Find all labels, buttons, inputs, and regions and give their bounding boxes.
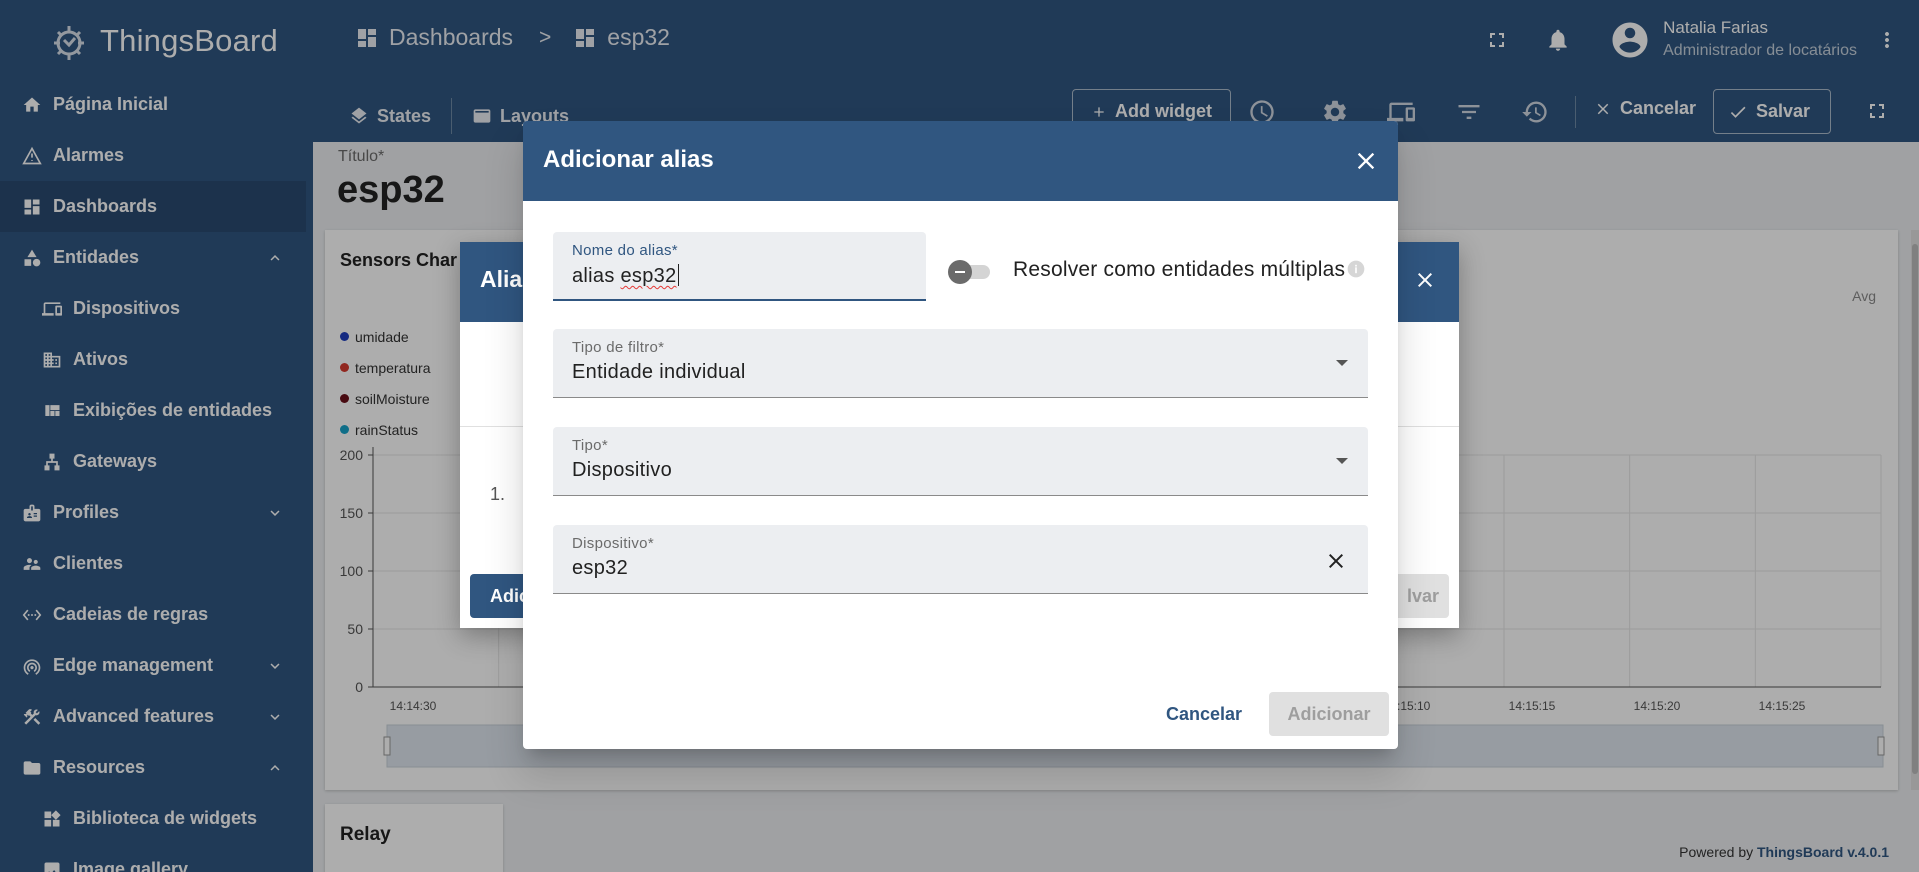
entity-type-value: Dispositivo — [572, 459, 672, 481]
entity-type-select[interactable]: Tipo* Dispositivo — [553, 427, 1368, 496]
filter-type-value: Entidade individual — [572, 361, 746, 383]
add-alias-dialog: Adicionar alias Nome do alias* alias esp… — [523, 121, 1398, 749]
resolve-multiple-label: Resolver como entidades múltiplas — [1013, 258, 1346, 281]
device-autocomplete[interactable]: Dispositivo* esp32 — [553, 525, 1368, 594]
dialog-header: Adicionar alias — [523, 121, 1398, 201]
add-button[interactable]: Adicionar — [1269, 692, 1389, 736]
alias-row-number: 1. — [490, 484, 506, 504]
resolve-multiple-toggle[interactable] — [948, 259, 992, 284]
device-value: esp32 — [572, 557, 628, 579]
alias-name-prefix: alias — [572, 265, 621, 287]
alias-name-misspelled: esp32 — [620, 265, 677, 287]
device-label: Dispositivo* — [572, 535, 654, 552]
aliases-dialog-title: Alia — [480, 266, 523, 292]
clear-icon[interactable] — [1324, 549, 1348, 573]
info-icon[interactable] — [1346, 259, 1366, 279]
filter-type-select[interactable]: Tipo de filtro* Entidade individual — [553, 329, 1368, 398]
filter-type-label: Tipo de filtro* — [572, 339, 665, 356]
alias-name-field[interactable]: Nome do alias* alias esp32 — [553, 232, 926, 301]
dropdown-arrow-icon — [1336, 458, 1348, 464]
alias-name-label: Nome do alias* — [572, 242, 678, 259]
close-icon[interactable] — [1413, 268, 1437, 292]
entity-type-label: Tipo* — [572, 437, 608, 454]
dropdown-arrow-icon — [1336, 360, 1348, 366]
text-caret — [677, 264, 679, 286]
close-icon[interactable] — [1352, 147, 1380, 175]
toggle-knob — [948, 260, 972, 284]
alias-name-value: alias esp32 — [572, 264, 679, 288]
dialog-title: Adicionar alias — [543, 146, 714, 173]
cancel-button[interactable]: Cancelar — [1153, 692, 1255, 736]
